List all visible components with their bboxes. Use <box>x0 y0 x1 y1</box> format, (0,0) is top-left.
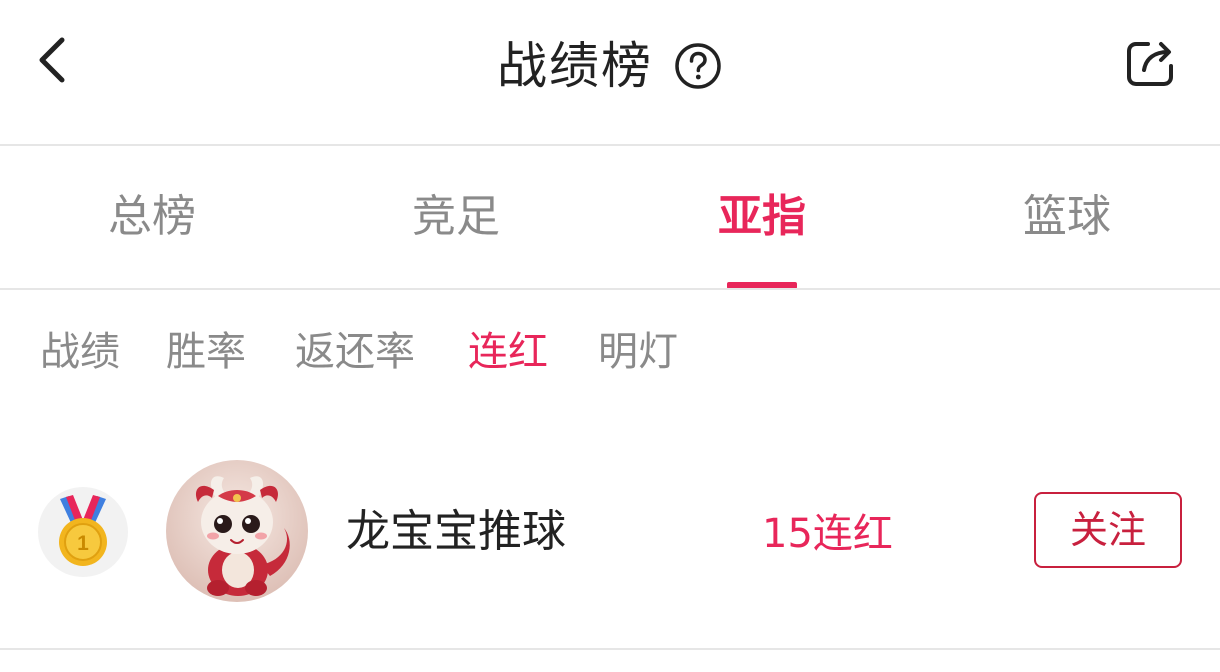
tabs-divider <box>0 288 1220 290</box>
title-group: 战绩榜 <box>0 26 1220 106</box>
subtab-record[interactable]: 战绩 <box>40 320 120 384</box>
tab-jingzu[interactable]: 竞足 <box>346 184 566 250</box>
top-nav-bar: 战绩榜 <box>0 0 1220 144</box>
avatar[interactable] <box>166 460 308 602</box>
tab-asian-handicap[interactable]: 亚指 <box>652 184 872 250</box>
category-tabs: 总榜 竞足 亚指 篮球 <box>0 146 1220 289</box>
follow-button[interactable]: 关注 <box>1034 492 1182 568</box>
rank-number: 1 <box>77 532 89 555</box>
metric-subtabs: 战绩 胜率 返还率 连红 明灯 <box>0 320 1220 384</box>
subtab-streak[interactable]: 连红 <box>468 320 548 384</box>
share-button[interactable] <box>1118 30 1184 96</box>
ranking-row[interactable]: 1 龙宝宝推球 15连红 关注 <box>0 450 1220 614</box>
share-icon <box>1127 42 1173 86</box>
gold-medal-icon: 1 <box>59 495 107 566</box>
tab-basketball[interactable]: 篮球 <box>957 184 1177 250</box>
page-title: 战绩榜 <box>497 37 653 95</box>
subtab-return-rate[interactable]: 返还率 <box>295 320 415 384</box>
question-circle-icon[interactable] <box>673 41 723 91</box>
rank-badge: 1 <box>38 487 128 577</box>
subtab-win-rate[interactable]: 胜率 <box>166 320 246 384</box>
row-divider <box>0 648 1220 650</box>
subtab-highlight[interactable]: 明灯 <box>598 320 678 384</box>
tab-overall[interactable]: 总榜 <box>42 184 262 250</box>
user-name[interactable]: 龙宝宝推球 <box>346 502 566 562</box>
streak-count: 15连红 <box>762 511 893 557</box>
dragon-avatar <box>166 460 308 602</box>
